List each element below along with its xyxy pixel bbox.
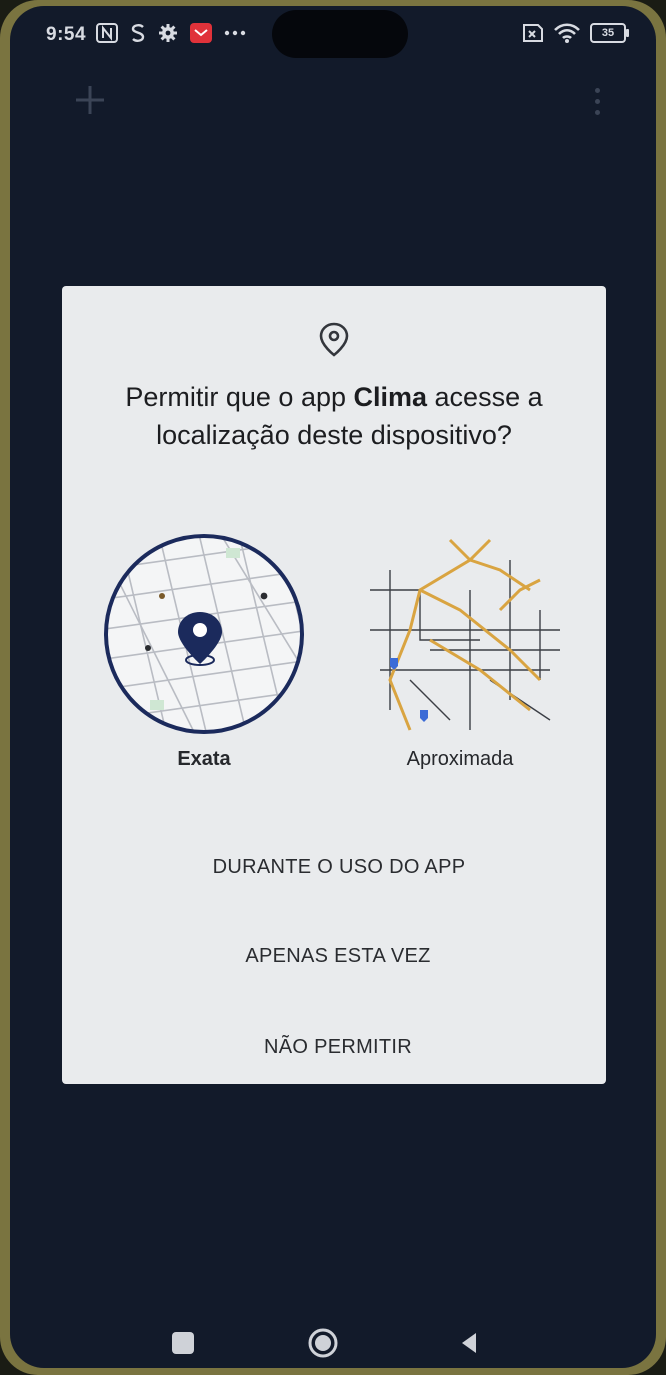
precise-label: Exata (177, 748, 231, 770)
precise-map-illustration (104, 534, 304, 734)
more-vert-icon (594, 87, 600, 93)
while-using-app-button[interactable]: DURANTE O USO DO APP (194, 842, 484, 892)
approximate-location-option[interactable]: Aproximada (350, 530, 570, 780)
overflow-menu-button[interactable] (582, 76, 612, 126)
mail-icon (190, 22, 212, 44)
status-icons-left (96, 22, 246, 44)
wifi-icon (554, 22, 580, 44)
home-button[interactable] (300, 1318, 346, 1368)
settings-icon (158, 22, 178, 44)
title-app-name: Clima (353, 382, 428, 412)
location-permission-dialog: Permitir que o app Clima acesse a locali… (62, 286, 606, 1084)
more-icon (224, 22, 246, 44)
more-vert-dot (594, 109, 600, 115)
approximate-map-illustration (370, 538, 560, 731)
more-vert-dot (594, 98, 600, 104)
back-icon (462, 1333, 476, 1353)
nfc-icon (96, 22, 118, 44)
add-location-button[interactable] (68, 78, 112, 122)
status-bar: 9:54 35 (10, 6, 656, 60)
dialog-title: Permitir que o app Clima acesse a locali… (82, 378, 586, 454)
location-pin-icon (318, 322, 350, 358)
home-icon (308, 1328, 338, 1358)
title-prefix: Permitir que o app (125, 382, 354, 412)
s-icon (130, 22, 146, 44)
navigation-bar (10, 1318, 656, 1368)
only-this-time-button[interactable]: APENAS ESTA VEZ (230, 932, 446, 980)
recents-button[interactable] (160, 1318, 206, 1368)
back-button[interactable] (446, 1318, 492, 1368)
deny-button[interactable]: NÃO PERMITIR (252, 1022, 424, 1072)
status-time: 9:54 (46, 24, 87, 45)
precise-location-option[interactable]: Exata (98, 530, 310, 780)
battery-icon: 35 (590, 23, 629, 43)
plus-icon (76, 86, 104, 114)
status-icons-right: 35 (520, 22, 629, 44)
sim-icon (520, 22, 544, 44)
screen: 9:54 35 Permitir que o app Clima acesse … (10, 6, 656, 1368)
approximate-label: Aproximada (406, 748, 514, 770)
recents-icon (172, 1332, 194, 1354)
